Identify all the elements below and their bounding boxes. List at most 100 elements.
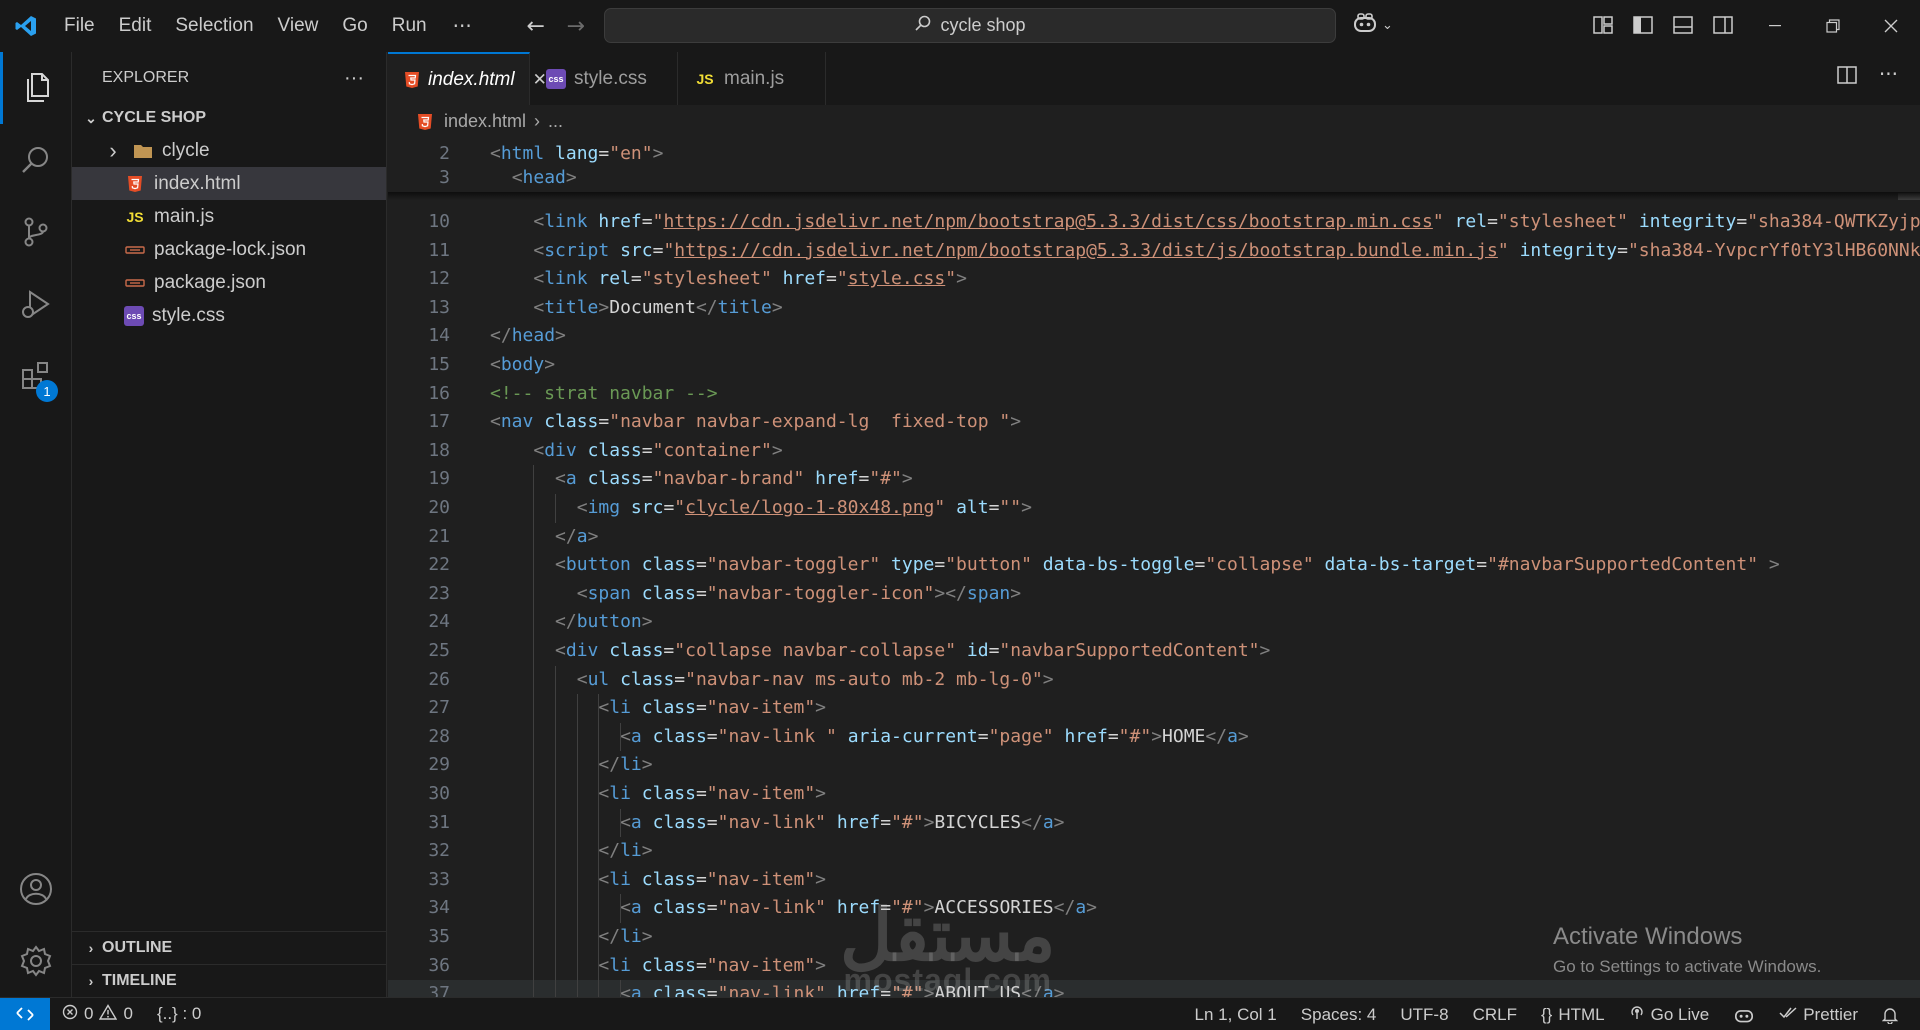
- tree-item[interactable]: › clycle: [72, 134, 386, 167]
- code-token: =: [641, 468, 653, 490]
- code-token: "stylesheet": [1497, 211, 1628, 232]
- code-text: <body>: [490, 351, 555, 380]
- language-mode[interactable]: {} HTML: [1529, 998, 1617, 1030]
- search-activity-icon[interactable]: [0, 124, 72, 196]
- code-token: >: [1021, 497, 1032, 518]
- code-token: class: [652, 725, 707, 747]
- restore-icon[interactable]: [1804, 0, 1862, 52]
- copilot-icon: [1352, 12, 1378, 39]
- code-token: head: [511, 325, 556, 347]
- code-token: =: [652, 239, 664, 261]
- tree-item[interactable]: JS main.js: [72, 200, 386, 233]
- copilot-status-icon[interactable]: [1721, 998, 1767, 1030]
- code-line: 32 </li>: [388, 837, 1920, 866]
- explorer-more-button[interactable]: ···: [344, 67, 364, 90]
- editor-scrollbar[interactable]: [1898, 138, 1920, 997]
- code-token: ": [1432, 211, 1444, 232]
- chevron-right-icon: ›: [88, 940, 94, 956]
- code-token: =: [695, 954, 707, 976]
- copilot-menu-button[interactable]: ⌄: [1352, 12, 1393, 39]
- outline-section[interactable]: › OUTLINE: [72, 931, 387, 964]
- code-line: 22 <button class="navbar-toggler" type="b…: [388, 551, 1920, 580]
- code-token: "nav-link": [717, 983, 827, 997]
- explorer-header: EXPLORER ···: [72, 52, 386, 104]
- tree-item[interactable]: css style.css: [72, 299, 386, 332]
- error-count: 0: [84, 1004, 94, 1023]
- code-token: =: [706, 725, 718, 747]
- code-editor[interactable]: 2 <html lang="en"> 3 <head> 10 <link href="h…: [388, 138, 1920, 997]
- toggle-primary-sidebar-icon[interactable]: [1630, 10, 1656, 40]
- chevron-right-icon: ›: [109, 137, 117, 163]
- toggle-panel-icon[interactable]: [1670, 10, 1696, 40]
- code-text: <link href="https://cdn.jsdelivr.net/npm…: [533, 208, 1920, 237]
- close-window-icon[interactable]: [1862, 0, 1920, 52]
- menu-selection[interactable]: Selection: [163, 0, 265, 52]
- notifications-bell-icon[interactable]: [1870, 998, 1910, 1030]
- code-token: "nav-item": [706, 697, 816, 719]
- menu-view[interactable]: View: [266, 0, 331, 52]
- project-folder-header[interactable]: ⌄ CYCLE SHOP: [72, 104, 386, 132]
- menu-file[interactable]: File: [52, 0, 107, 52]
- code-text: <link rel="stylesheet" href="style.css">: [533, 265, 967, 294]
- explorer-activity-icon[interactable]: [0, 52, 72, 124]
- code-token: <: [576, 668, 588, 690]
- split-editor-icon[interactable]: [1837, 66, 1857, 89]
- tab-main-js[interactable]: JS main.js: [678, 52, 826, 105]
- prettier-status[interactable]: Prettier: [1767, 998, 1870, 1030]
- settings-gear-icon[interactable]: [0, 925, 72, 997]
- code-token: >: [565, 167, 577, 188]
- code-token: =: [641, 439, 653, 461]
- code-text: </li>: [598, 837, 652, 866]
- code-token: </: [555, 611, 577, 633]
- code-token: >: [923, 811, 935, 833]
- run-debug-icon[interactable]: [0, 268, 72, 340]
- menu-more-button[interactable]: ···: [439, 14, 486, 38]
- code-token: <: [555, 468, 566, 490]
- accounts-icon[interactable]: [0, 853, 72, 925]
- brace-counter[interactable]: {..} : 0: [145, 998, 213, 1030]
- code-token: >: [1768, 554, 1780, 576]
- code-token: =: [880, 983, 892, 997]
- tree-item[interactable]: package.json: [72, 266, 386, 299]
- go-live-button[interactable]: Go Live: [1617, 998, 1722, 1030]
- code-token: class: [641, 697, 696, 719]
- search-text: cycle shop: [940, 15, 1026, 35]
- toggle-secondary-sidebar-icon[interactable]: [1710, 10, 1736, 40]
- code-token: "#": [891, 811, 924, 833]
- timeline-section[interactable]: › TIMELINE: [72, 964, 387, 997]
- remote-indicator-icon[interactable]: [0, 997, 50, 1030]
- command-center-search[interactable]: cycle shop: [604, 8, 1336, 43]
- code-token: BICYCLES: [934, 811, 1022, 833]
- folder-icon: [132, 140, 154, 162]
- tab-index-html[interactable]: index.html ✕: [388, 52, 547, 105]
- tree-item[interactable]: index.html: [72, 167, 386, 200]
- code-token: >: [771, 439, 783, 461]
- tab-style-css[interactable]: css style.css: [530, 52, 678, 105]
- extensions-icon[interactable]: 1: [0, 340, 72, 412]
- code-line: 14 </head>: [388, 322, 1920, 351]
- tree-item[interactable]: package-lock.json: [72, 233, 386, 266]
- indentation[interactable]: Spaces: 4: [1289, 998, 1389, 1030]
- encoding[interactable]: UTF-8: [1388, 998, 1460, 1030]
- source-control-icon[interactable]: [0, 196, 72, 268]
- cursor-position[interactable]: Ln 1, Col 1: [1183, 998, 1289, 1030]
- end-of-line[interactable]: CRLF: [1461, 998, 1529, 1030]
- menu-edit[interactable]: Edit: [107, 0, 164, 52]
- problems-indicator[interactable]: 0 0: [50, 998, 145, 1030]
- editor-more-icon[interactable]: ···: [1879, 64, 1898, 89]
- breadcrumb-rest[interactable]: ...: [548, 111, 563, 132]
- code-token: <: [533, 296, 545, 318]
- breadcrumb-file[interactable]: index.html: [444, 111, 526, 132]
- code-token: =: [858, 468, 870, 490]
- menu-go[interactable]: Go: [330, 0, 379, 52]
- code-token: <: [490, 354, 501, 375]
- customize-layout-icon[interactable]: [1590, 10, 1616, 40]
- menu-run[interactable]: Run: [380, 0, 439, 52]
- forward-arrow-icon[interactable]: →: [556, 14, 596, 39]
- back-arrow-icon[interactable]: ←: [516, 14, 556, 39]
- minimize-icon[interactable]: [1746, 0, 1804, 52]
